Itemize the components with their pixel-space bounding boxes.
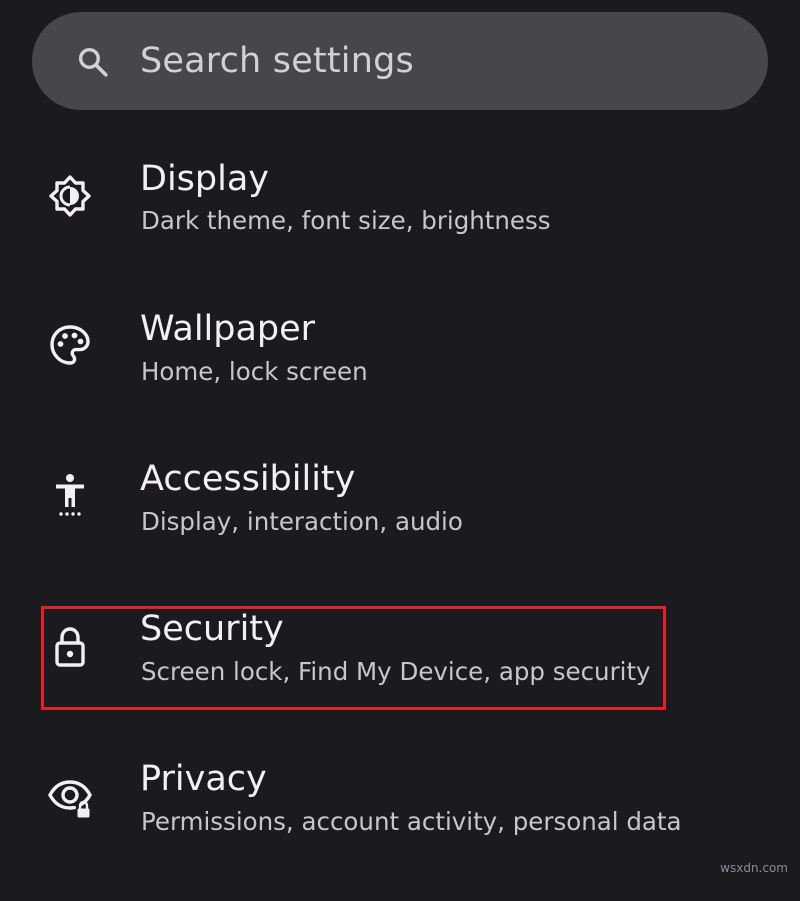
palette-icon xyxy=(50,325,90,365)
accessibility-icon xyxy=(56,474,84,516)
item-title: Privacy xyxy=(140,759,267,799)
settings-item-security[interactable]: Security Screen lock, Find My Device, ap… xyxy=(0,601,800,751)
item-title: Security xyxy=(140,609,284,649)
watermark: wsxdn.com xyxy=(720,861,788,875)
item-subtitle: Display, interaction, audio xyxy=(141,507,463,536)
item-subtitle: Dark theme, font size, brightness xyxy=(141,206,551,235)
privacy-eye-icon xyxy=(48,780,92,818)
settings-list: Display Dark theme, font size, brightnes… xyxy=(0,0,800,879)
item-subtitle: Permissions, account activity, personal … xyxy=(141,807,682,836)
lock-icon xyxy=(55,627,85,667)
settings-item-display[interactable]: Display Dark theme, font size, brightnes… xyxy=(0,150,800,300)
item-subtitle: Screen lock, Find My Device, app securit… xyxy=(141,657,651,686)
settings-item-wallpaper[interactable]: Wallpaper Home, lock screen xyxy=(0,300,800,450)
item-title: Display xyxy=(140,159,270,199)
item-subtitle: Home, lock screen xyxy=(141,357,368,386)
item-title: Accessibility xyxy=(140,459,356,499)
item-title: Wallpaper xyxy=(140,309,316,349)
settings-item-accessibility[interactable]: Accessibility Display, interaction, audi… xyxy=(0,451,800,601)
brightness-icon xyxy=(49,175,91,217)
